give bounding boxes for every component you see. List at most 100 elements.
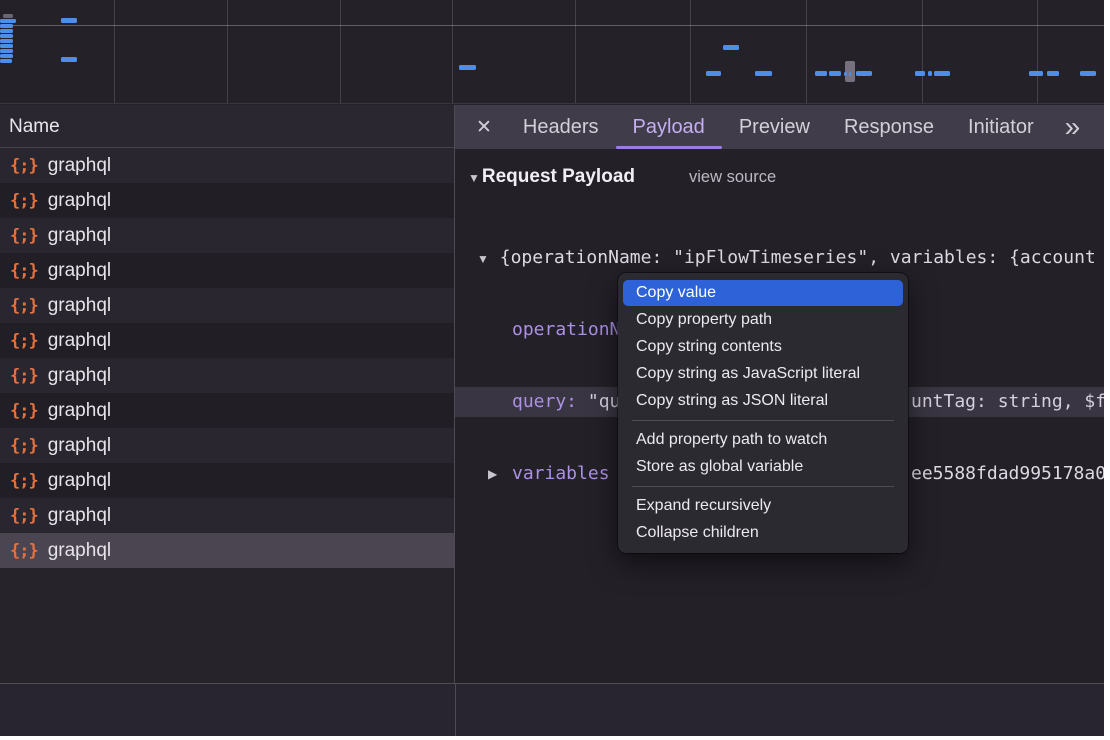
request-row[interactable]: {;} graphql <box>0 533 454 568</box>
property-key: query: <box>512 391 588 412</box>
json-icon: {;} <box>10 191 38 211</box>
collapse-triangle-icon: ▼ <box>468 171 480 185</box>
menu-item[interactable]: Copy string as JavaScript literal <box>623 361 903 387</box>
expand-triangle-icon: ▶ <box>488 459 497 489</box>
close-icon: ✕ <box>476 116 492 139</box>
overview-gridline <box>227 0 228 103</box>
tab-preview[interactable]: Preview <box>722 105 827 149</box>
waterfall-bar <box>755 71 772 76</box>
request-name: graphql <box>48 225 111 247</box>
request-payload-section-header[interactable]: ▼ Request Payload view source <box>468 166 776 188</box>
menu-item[interactable]: Copy value <box>623 280 903 306</box>
name-column-header[interactable]: Name <box>0 105 454 148</box>
close-detail-button[interactable]: ✕ <box>455 105 506 149</box>
waterfall-bar <box>61 18 77 23</box>
json-icon: {;} <box>10 541 38 561</box>
tab-label: Initiator <box>968 116 1034 139</box>
tab-response[interactable]: Response <box>827 105 951 149</box>
waterfall-bar <box>0 44 13 48</box>
tab-label: Preview <box>739 116 810 139</box>
tab-label: Response <box>844 116 934 139</box>
tab-headers[interactable]: Headers <box>506 105 616 149</box>
panel-divider[interactable] <box>455 684 456 736</box>
waterfall-bar <box>0 54 13 58</box>
request-row[interactable]: {;} graphql <box>0 148 454 183</box>
request-list: {;} graphql {;} graphql {;} graphql {;} graphql… <box>0 148 454 568</box>
object-preview: {operationName: "ipFlowTimeseries", vari… <box>500 247 1096 268</box>
request-row[interactable]: {;}graphql <box>0 498 454 533</box>
collapse-triangle-icon: ▼ <box>477 252 489 266</box>
menu-item[interactable]: Add property path to watch <box>623 427 903 453</box>
request-row[interactable]: {;} graphql <box>0 358 454 393</box>
tab-label: Headers <box>523 116 599 139</box>
request-name: graphql <box>48 540 111 562</box>
tree-root-row[interactable]: ▼ {operationName: "ipFlowTimeseries", va… <box>455 243 1104 273</box>
menu-separator <box>632 486 894 487</box>
request-row[interactable]: {;}graphql <box>0 288 454 323</box>
json-icon: {;} <box>10 366 38 386</box>
waterfall-bar <box>815 71 827 76</box>
property-value-continued: ee5588fdad995178a0 <box>911 459 1104 489</box>
chevron-double-right-icon: » <box>1065 111 1081 143</box>
property-key: variables <box>455 463 610 484</box>
overview-gridline <box>1037 0 1038 103</box>
request-name: graphql <box>48 365 111 387</box>
property-value: "qu <box>588 391 621 412</box>
overview-gridline <box>340 0 341 103</box>
menu-item[interactable]: Expand recursively <box>623 493 903 519</box>
json-icon: {;} <box>10 156 38 176</box>
waterfall-bar <box>928 71 932 76</box>
request-row[interactable]: {;}graphql <box>0 463 454 498</box>
waterfall-bar <box>3 14 13 18</box>
section-title: Request Payload <box>482 166 635 188</box>
waterfall-bar <box>0 24 13 28</box>
property-value-continued: untTag: string, $f <box>911 387 1104 417</box>
overview-row-divider <box>0 25 1104 26</box>
footer-divider <box>0 683 1104 684</box>
waterfall-bar <box>61 57 77 62</box>
request-list-panel: Name {;}graphql{;}graphql{;}graphql{;}gr… <box>0 105 455 736</box>
menu-item[interactable]: Copy string contents <box>623 334 903 360</box>
menu-item[interactable]: Copy string as JSON literal <box>623 388 903 414</box>
waterfall-bar <box>0 19 16 23</box>
status-footer <box>0 684 1104 736</box>
request-name: graphql <box>48 330 111 352</box>
waterfall-bar <box>0 34 13 38</box>
request-row[interactable]: {;} graphql <box>0 323 454 358</box>
request-name: graphql <box>48 400 111 422</box>
waterfall-bar <box>723 45 739 50</box>
tab-label: Payload <box>633 116 705 139</box>
menu-item[interactable]: Copy property path <box>623 307 903 333</box>
waterfall-bar <box>706 71 721 76</box>
request-row[interactable]: {;} graphql <box>0 393 454 428</box>
waterfall-bar <box>1029 71 1043 76</box>
menu-item[interactable]: Store as global variable <box>623 454 903 480</box>
waterfall-bar <box>849 72 851 76</box>
json-icon: {;} <box>10 401 38 421</box>
network-overview[interactable] <box>0 0 1104 104</box>
waterfall-bar <box>829 71 841 76</box>
request-name: graphql <box>48 295 111 317</box>
request-name: graphql <box>48 260 111 282</box>
request-row[interactable]: {;}graphql <box>0 428 454 463</box>
waterfall-bar <box>0 49 13 53</box>
detail-tabbar: ✕ Headers Payload Preview Response Initi… <box>455 105 1104 149</box>
request-name: graphql <box>48 190 111 212</box>
waterfall-bar <box>0 29 13 33</box>
request-row[interactable]: {;} graphql <box>0 183 454 218</box>
menu-separator <box>632 420 894 421</box>
more-tabs-button[interactable]: » <box>1053 105 1093 149</box>
tab-initiator[interactable]: Initiator <box>951 105 1051 149</box>
menu-item[interactable]: Collapse children <box>623 520 903 546</box>
waterfall-bar <box>0 39 13 43</box>
tab-payload[interactable]: Payload <box>616 105 722 149</box>
waterfall-bar <box>915 71 925 76</box>
view-source-link[interactable]: view source <box>689 168 776 187</box>
request-row[interactable]: {;}graphql <box>0 218 454 253</box>
json-icon: {;} <box>10 261 38 281</box>
json-icon: {;} <box>10 331 38 351</box>
request-name: graphql <box>48 155 111 177</box>
json-icon: {;} <box>10 436 38 456</box>
overview-gridline <box>806 0 807 103</box>
request-row[interactable]: {;} graphql <box>0 253 454 288</box>
